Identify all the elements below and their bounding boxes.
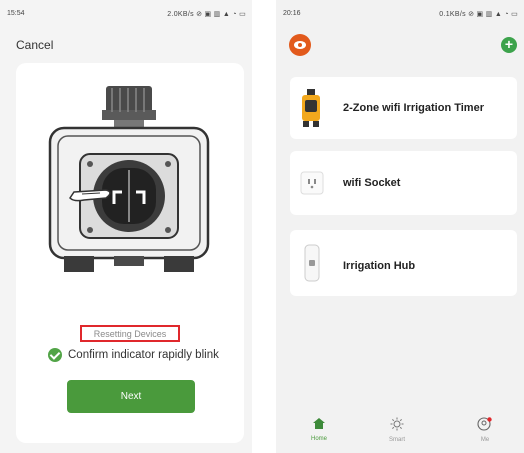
status-icons: 0.1KB/s ⊘ ▣ ▥ ▲ ◔ ▭: [439, 11, 518, 18]
cancel-button[interactable]: Cancel: [16, 38, 53, 52]
home-icon: [313, 418, 325, 429]
avatar-eye-icon: [298, 43, 302, 47]
resetting-devices-label: Resetting Devices: [93, 329, 167, 339]
home-screen: 20:16 0.1KB/s ⊘ ▣ ▥ ▲ ◔ ▭ + 2-Zone wifi …: [276, 0, 524, 453]
hub-icon: [304, 244, 320, 282]
device-name: wifi Socket: [343, 177, 401, 189]
tab-me[interactable]: Me: [460, 417, 510, 443]
confirm-text: Confirm indicator rapidly blink: [68, 349, 219, 361]
tab-smart[interactable]: Smart: [372, 417, 422, 443]
socket-icon: [300, 171, 324, 195]
status-time: 20:16: [283, 10, 301, 17]
tab-label: Me: [480, 437, 490, 443]
tab-home[interactable]: Home: [294, 417, 344, 442]
reset-device-screen: 15:54 2.0KB/s ⊘ ▣ ▥ ▲ ◔ ▭ Cancel Resetti…: [0, 0, 252, 453]
device-card-irrigation-hub[interactable]: Irrigation Hub: [290, 230, 517, 296]
status-bar: 20:16 0.1KB/s ⊘ ▣ ▥ ▲ ◔ ▭: [276, 0, 524, 22]
device-name: Irrigation Hub: [343, 260, 416, 272]
status-bar: 15:54 2.0KB/s ⊘ ▣ ▥ ▲ ◔ ▭: [0, 0, 252, 22]
device-card-wifi-socket[interactable]: wifi Socket: [290, 151, 517, 215]
device-name: 2-Zone wifi Irrigation Timer: [343, 102, 484, 114]
irrigation-timer-icon: [302, 89, 320, 127]
confirm-row[interactable]: Confirm indicator rapidly blink: [48, 347, 219, 363]
check-circle-icon[interactable]: [48, 348, 62, 362]
avatar[interactable]: [289, 34, 311, 56]
tab-label: Smart: [388, 437, 405, 443]
device-reset-illustration: [48, 86, 210, 272]
bottom-tab-bar: Home Smart Me: [276, 413, 524, 453]
status-icons: 2.0KB/s ⊘ ▣ ▥ ▲ ◔ ▭: [167, 11, 246, 18]
me-icon: [477, 417, 492, 431]
add-device-button[interactable]: +: [501, 37, 517, 53]
next-button[interactable]: Next: [67, 380, 195, 413]
sun-icon: [390, 417, 404, 431]
tab-label: Home: [310, 436, 327, 442]
device-card-irrigation-timer[interactable]: 2-Zone wifi Irrigation Timer: [290, 77, 517, 139]
status-time: 15:54: [7, 10, 25, 17]
